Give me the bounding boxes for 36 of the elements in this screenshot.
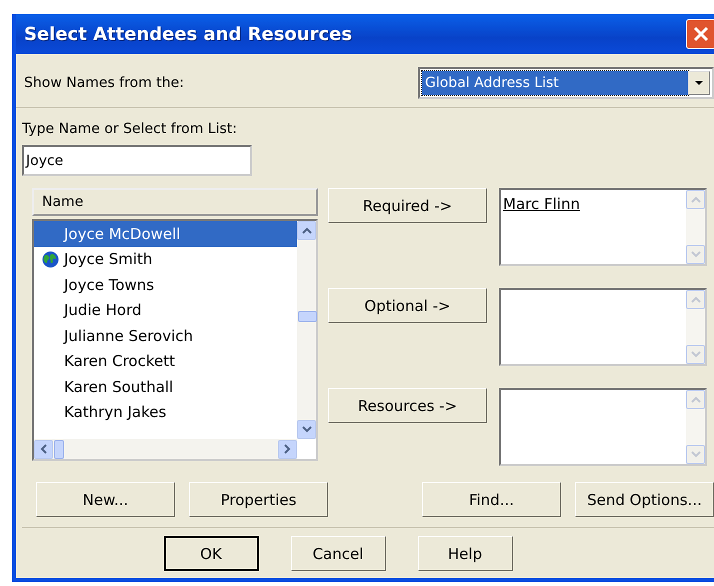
caret-icon bbox=[694, 80, 704, 86]
name-list-item[interactable]: Joyce McDowell bbox=[34, 221, 297, 246]
name-list-item[interactable]: Judie Hord bbox=[34, 298, 297, 323]
source-label: Show Names from the: bbox=[24, 75, 184, 91]
recipient-name: Marc Flinn bbox=[503, 195, 580, 213]
dropdown-button[interactable] bbox=[688, 71, 710, 95]
column-header[interactable]: Name bbox=[32, 188, 318, 216]
name-list-item[interactable]: Julianne Serovich bbox=[34, 323, 297, 348]
scroll-left-button[interactable] bbox=[34, 440, 53, 458]
scroll-thumb[interactable] bbox=[54, 440, 64, 458]
globe-icon bbox=[42, 250, 58, 268]
dialog-button[interactable]: OK bbox=[164, 536, 258, 571]
dialog-button[interactable]: Cancel bbox=[290, 536, 386, 571]
close-button[interactable] bbox=[686, 19, 714, 49]
scroll-up-button[interactable] bbox=[297, 221, 316, 240]
action-button[interactable]: Send Options... bbox=[575, 482, 714, 517]
name-field[interactable]: Joyce bbox=[22, 145, 252, 176]
name-list-item[interactable]: Joyce Towns bbox=[34, 272, 297, 298]
add-recipient-button[interactable]: Required -> bbox=[328, 188, 487, 223]
scroll-down-button[interactable] bbox=[297, 420, 316, 439]
name-list-item[interactable]: Karen Crockett bbox=[34, 348, 297, 374]
scroll-thumb[interactable] bbox=[298, 310, 317, 322]
name-list-item[interactable]: Kathryn Jakes bbox=[34, 400, 297, 425]
action-button[interactable]: Properties bbox=[189, 482, 328, 517]
action-button[interactable]: Find... bbox=[422, 482, 561, 517]
dialog-button[interactable]: Help bbox=[418, 536, 512, 571]
name-list-item[interactable]: Joyce Smith bbox=[34, 246, 297, 272]
add-recipient-button[interactable]: Resources -> bbox=[328, 388, 487, 423]
address-book-dropdown[interactable]: Global Address List bbox=[418, 67, 714, 99]
window-title: Select Attendees and Resources bbox=[24, 24, 352, 44]
close-icon bbox=[692, 25, 710, 43]
scroll-right-button[interactable] bbox=[278, 440, 297, 458]
name-list-item[interactable]: Karen Southall bbox=[34, 374, 297, 400]
action-button[interactable]: New... bbox=[36, 482, 175, 517]
search-label: Type Name or Select from List: bbox=[22, 121, 237, 137]
add-recipient-button[interactable]: Optional -> bbox=[328, 288, 487, 323]
